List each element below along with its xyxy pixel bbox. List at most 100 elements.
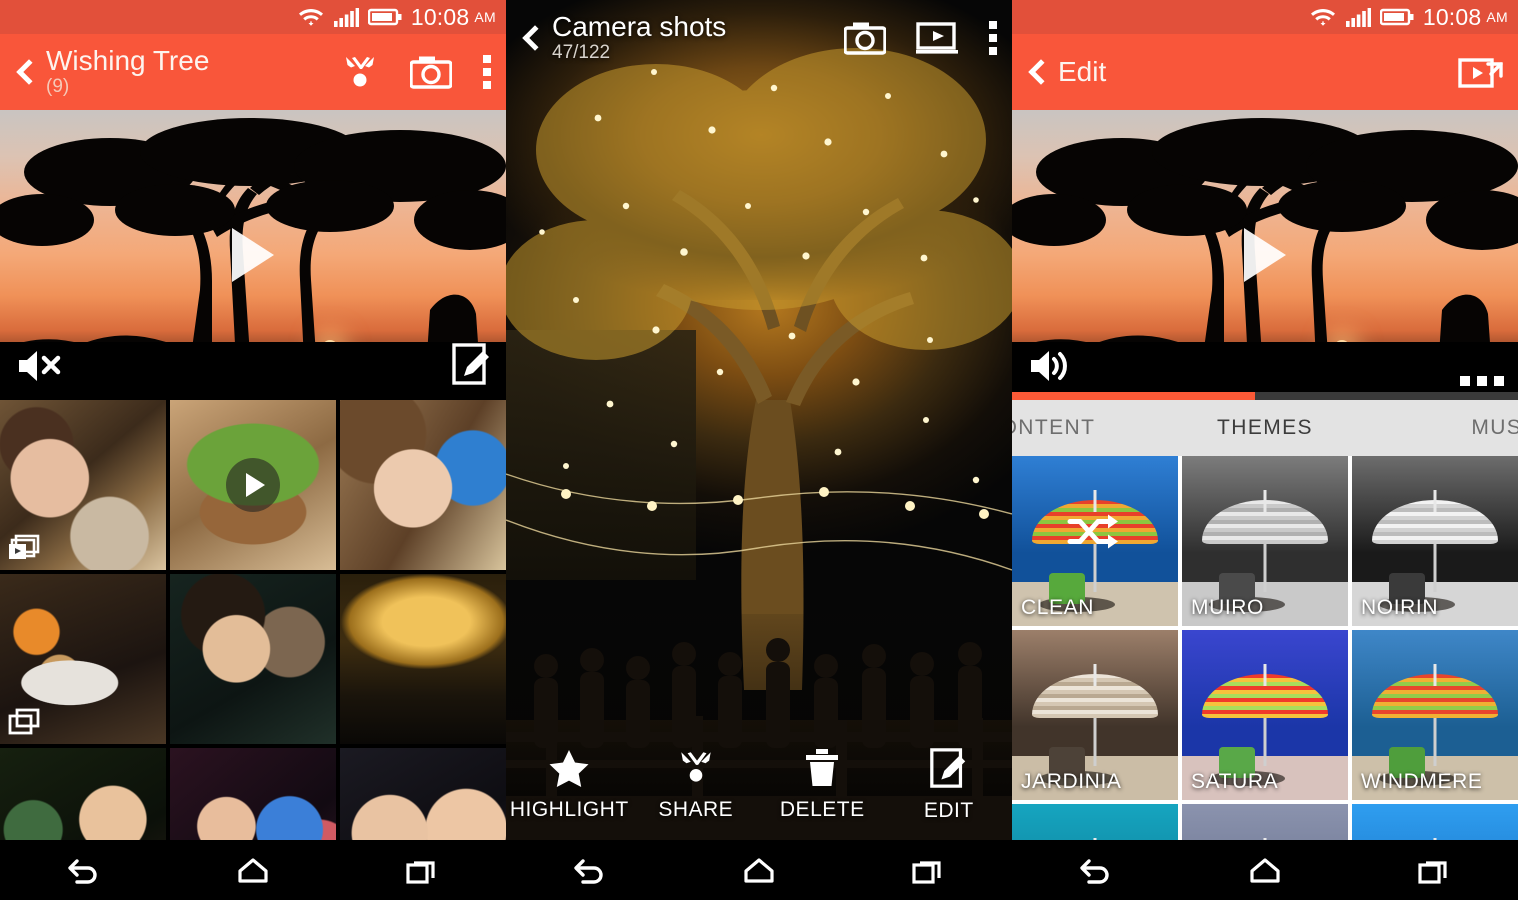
delete-action[interactable]: DELETE [759, 730, 886, 840]
status-bar-panel1: 10:08 AM [0, 0, 506, 34]
shuffle-icon[interactable] [1066, 512, 1124, 557]
volume-on-icon[interactable] [1028, 348, 1074, 384]
theme-label: NOIRIN [1361, 596, 1439, 619]
status-time: 10:08 [1422, 3, 1482, 30]
back-chevron-icon[interactable] [16, 59, 42, 85]
panel-photo-viewer: Camera shots 47/122 HIGHLIGHT SHARE DELE… [506, 0, 1012, 900]
camera-icon[interactable] [844, 21, 886, 55]
camera-icon[interactable] [410, 55, 452, 89]
panel2-title-block: Camera shots 47/122 [552, 12, 726, 64]
theme-item-jardinia[interactable]: JARDINIA [1012, 630, 1178, 800]
photo-stack-icon [8, 708, 40, 736]
action-bar-panel2: Camera shots 47/122 [506, 0, 1012, 76]
thumbnail-grid [0, 400, 506, 900]
thumb-tree-lights-crowd[interactable] [340, 574, 506, 744]
page-title: Camera shots [552, 11, 727, 42]
nav-bar-panel2 [506, 840, 1012, 900]
tab-music[interactable]: MUSIC [1359, 416, 1518, 440]
theme-item-clean[interactable]: CLEAN [1012, 456, 1178, 626]
page-title: Edit [1058, 56, 1107, 87]
editor-video-preview[interactable] [1012, 110, 1518, 400]
back-chevron-icon[interactable] [522, 25, 548, 51]
nav-back-button[interactable] [0, 855, 169, 885]
wifi-icon [1310, 6, 1336, 28]
page-title: Wishing Tree [46, 45, 210, 76]
thumb-woman-smiling[interactable] [340, 400, 506, 570]
video-icon[interactable] [916, 21, 958, 55]
theme-label: JARDINIA [1021, 770, 1122, 793]
status-ampm: AM [1486, 9, 1508, 25]
panel1-title-block: Wishing Tree (9) [46, 46, 209, 98]
status-bar-panel3: 10:08 AM [1012, 0, 1518, 34]
panel1-actions [340, 53, 492, 91]
theme-label: CLEAN [1021, 596, 1095, 619]
action-bar-panel1: Wishing Tree (9) [0, 34, 506, 110]
video-preview[interactable] [0, 110, 506, 400]
photo-action-bar: HIGHLIGHT SHARE DELETE EDIT [506, 730, 1012, 840]
action-label: DELETE [779, 798, 865, 821]
nav-home-button[interactable] [1181, 855, 1350, 885]
nav-bar-panel3 [1012, 840, 1518, 900]
panel-album: 10:08 AM Wishing Tree (9) [0, 0, 506, 900]
thumb-man-smiling[interactable] [0, 400, 166, 570]
play-icon[interactable] [1244, 228, 1286, 282]
export-video-icon[interactable] [1458, 52, 1504, 92]
edit-note-icon[interactable] [452, 342, 492, 386]
action-label: EDIT [923, 799, 974, 822]
video-progress-bar[interactable] [1012, 392, 1518, 400]
nav-recents-button[interactable] [843, 855, 1012, 885]
edit-note-icon [929, 748, 965, 788]
theme-item-satura[interactable]: SATURA [1182, 630, 1348, 800]
theme-item-muiro[interactable]: MUIRO [1182, 456, 1348, 626]
battery-icon [1379, 7, 1414, 27]
thumb-man-profile[interactable] [170, 574, 336, 744]
signal-icon [333, 6, 359, 28]
nav-home-button[interactable] [169, 855, 338, 885]
battery-icon [367, 7, 402, 27]
play-icon[interactable] [226, 458, 280, 512]
burst-stack-icon [8, 534, 40, 562]
overflow-menu-icon[interactable] [482, 53, 492, 91]
back-chevron-icon[interactable] [1028, 59, 1054, 85]
tab-themes[interactable]: THEMES [1171, 416, 1358, 440]
video-progress-fill [1012, 392, 1255, 400]
status-time: 10:08 [410, 3, 470, 30]
panel2-actions [844, 19, 998, 57]
overflow-menu-icon[interactable] [988, 19, 998, 57]
nav-back-button[interactable] [1012, 855, 1181, 885]
theme-item-noirin[interactable]: NOIRIN [1352, 456, 1518, 626]
volume-mute-icon[interactable] [16, 348, 68, 384]
signal-icon [1345, 6, 1371, 28]
panel-video-editor: 10:08 AM Edit NTENT THEMES MUS CLEAN MUI… [1012, 0, 1518, 900]
three-dots-icon[interactable] [1460, 376, 1504, 386]
theme-grid: CLEAN MUIRO NOIRIN JARDINIA SATURA WINDMERE [1012, 456, 1518, 900]
thumb-cookies-plate[interactable] [0, 574, 166, 744]
action-bar-panel3: Edit [1012, 34, 1518, 110]
edit-action[interactable]: EDIT [886, 730, 1013, 840]
wifi-icon [298, 6, 324, 28]
share-icon [681, 752, 711, 782]
highlight-action[interactable]: HIGHLIGHT [506, 730, 633, 840]
photo-fullscreen[interactable]: Camera shots 47/122 HIGHLIGHT SHARE DELE… [506, 0, 1012, 900]
screenshot-root: 10:08 AM Wishing Tree (9) Camera shots 4… [0, 0, 1518, 900]
nav-recents-button[interactable] [1349, 855, 1518, 885]
photo-counter: 47/122 [552, 42, 611, 63]
thumb-salad-bowl[interactable] [170, 400, 336, 570]
panel3-title-block: Edit [1058, 57, 1106, 87]
nav-home-button[interactable] [675, 855, 844, 885]
theme-item-windmere[interactable]: WINDMERE [1352, 630, 1518, 800]
play-icon[interactable] [232, 228, 274, 282]
theme-label: MUIRO [1191, 596, 1264, 619]
tab-content[interactable]: CONTENT [1012, 416, 1171, 440]
share-icon[interactable] [340, 53, 380, 91]
nav-back-button[interactable] [506, 855, 675, 885]
theme-label: WINDMERE [1361, 770, 1483, 793]
status-ampm: AM [474, 9, 496, 25]
trash-icon [806, 749, 839, 786]
share-action[interactable]: SHARE [633, 730, 760, 840]
horizon-ground [0, 342, 506, 400]
nav-recents-button[interactable] [337, 855, 506, 885]
nav-bar-panel1 [0, 840, 506, 900]
item-count: (9) [46, 76, 70, 97]
action-label: SHARE [658, 798, 734, 821]
